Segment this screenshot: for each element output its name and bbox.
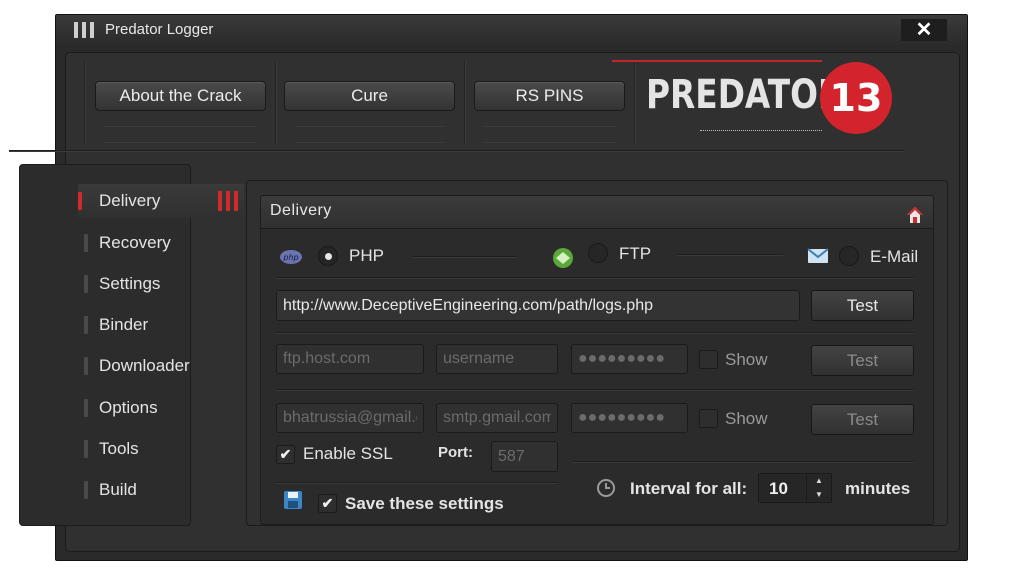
divider <box>295 142 445 143</box>
logo-underline <box>700 130 822 131</box>
cure-button[interactable]: Cure <box>284 81 455 111</box>
sidebar <box>19 164 191 526</box>
divider <box>485 126 615 127</box>
sidebar-item-downloader[interactable]: Downloader <box>78 349 238 383</box>
php-label: PHP <box>349 246 384 265</box>
email-address-input[interactable] <box>276 403 424 433</box>
chevron-down-icon[interactable]: ▼ <box>807 488 831 502</box>
item-marker <box>84 234 88 252</box>
email-test-button[interactable]: Test <box>811 404 914 435</box>
sidebar-item-label: Recovery <box>99 233 171 252</box>
sidebar-item-build[interactable]: Build <box>78 473 238 507</box>
sidebar-item-label: Options <box>99 398 158 417</box>
divider <box>275 62 276 144</box>
chevron-up-icon[interactable]: ▲ <box>807 474 831 488</box>
interval-stepper[interactable]: 10 ▲ ▼ <box>758 473 832 503</box>
ftp-password-input[interactable] <box>571 344 688 374</box>
ftp-host-input[interactable] <box>276 344 424 374</box>
item-marker <box>84 440 88 458</box>
email-label: E-Mail <box>870 247 919 266</box>
rs-pins-button[interactable]: RS PINS <box>474 81 625 111</box>
email-show-label: Show <box>725 409 768 428</box>
ftp-test-button[interactable]: Test <box>811 345 914 376</box>
sidebar-item-label: Downloader <box>99 356 190 375</box>
ftp-username-input[interactable] <box>436 344 558 374</box>
interval-label: Interval for all: <box>630 479 748 498</box>
item-marker <box>84 481 88 499</box>
ftp-show-label: Show <box>725 350 768 369</box>
clock-icon <box>597 479 615 497</box>
sidebar-item-tools[interactable]: Tools <box>78 432 238 466</box>
sidebar-item-label: Delivery <box>99 191 161 210</box>
save-icon <box>284 491 302 509</box>
email-show-checkbox[interactable] <box>699 409 718 428</box>
window-title: Predator Logger <box>105 21 214 38</box>
sidebar-item-options[interactable]: Options <box>78 391 238 425</box>
divider <box>295 126 445 127</box>
php-test-button[interactable]: Test <box>811 290 914 321</box>
home-icon[interactable] <box>906 206 924 224</box>
interval-unit-label: minutes <box>845 479 911 498</box>
email-password-input[interactable] <box>571 403 688 433</box>
divider <box>276 482 558 483</box>
about-the-crack-button[interactable]: About the Crack <box>95 81 266 111</box>
divider <box>276 332 914 333</box>
divider <box>9 150 904 151</box>
panel-title: Delivery <box>270 202 332 219</box>
sidebar-item-recovery[interactable]: Recovery <box>78 226 238 260</box>
ftp-show-checkbox[interactable] <box>699 350 718 369</box>
ftp-radio[interactable] <box>588 243 608 263</box>
mail-icon <box>807 248 829 263</box>
sidebar-item-binder[interactable]: Binder <box>78 308 238 342</box>
save-settings-label: Save these settings <box>345 494 504 513</box>
app-menu-icon[interactable] <box>74 22 98 38</box>
sidebar-item-label: Build <box>99 480 137 499</box>
divider <box>485 142 615 143</box>
item-marker <box>84 357 88 375</box>
divider <box>571 461 914 462</box>
divider <box>276 277 914 278</box>
logo-text: PREDATOR <box>646 72 844 118</box>
divider <box>84 62 85 144</box>
php-icon: php <box>280 250 302 264</box>
divider <box>634 62 635 144</box>
title-bar[interactable]: Predator Logger ✕ <box>56 15 967 45</box>
ftp-icon <box>553 248 573 268</box>
port-input[interactable] <box>491 441 558 472</box>
divider <box>276 389 914 390</box>
divider <box>105 126 255 127</box>
php-url-input[interactable] <box>276 290 800 321</box>
svg-text:php: php <box>282 253 298 262</box>
logo-accent-line <box>612 60 822 62</box>
sidebar-item-label: Settings <box>99 274 161 293</box>
selection-marker <box>78 192 82 210</box>
divider <box>412 256 518 257</box>
logo-badge: 13 <box>820 62 892 134</box>
panel-header <box>260 195 934 229</box>
enable-ssl-label: Enable SSL <box>303 444 393 463</box>
smtp-server-input[interactable] <box>436 403 558 433</box>
item-marker <box>84 275 88 293</box>
divider <box>677 254 783 255</box>
close-button[interactable]: ✕ <box>901 19 947 41</box>
divider <box>105 142 255 143</box>
sidebar-item-delivery[interactable]: Delivery <box>78 184 244 218</box>
enable-ssl-checkbox[interactable]: ✔ <box>276 445 295 464</box>
item-marker <box>84 316 88 334</box>
email-radio[interactable] <box>839 246 859 266</box>
sidebar-item-label: Binder <box>99 315 149 334</box>
php-radio[interactable] <box>318 246 338 266</box>
save-settings-checkbox[interactable]: ✔ <box>318 494 337 513</box>
item-marker <box>84 399 88 417</box>
sidebar-item-label: Tools <box>99 439 139 458</box>
divider <box>464 62 465 144</box>
ftp-label: FTP <box>619 244 652 263</box>
interval-value: 10 <box>769 479 788 498</box>
active-indicator-icon <box>218 191 238 211</box>
port-label: Port: <box>438 444 473 461</box>
sidebar-item-settings[interactable]: Settings <box>78 267 238 301</box>
